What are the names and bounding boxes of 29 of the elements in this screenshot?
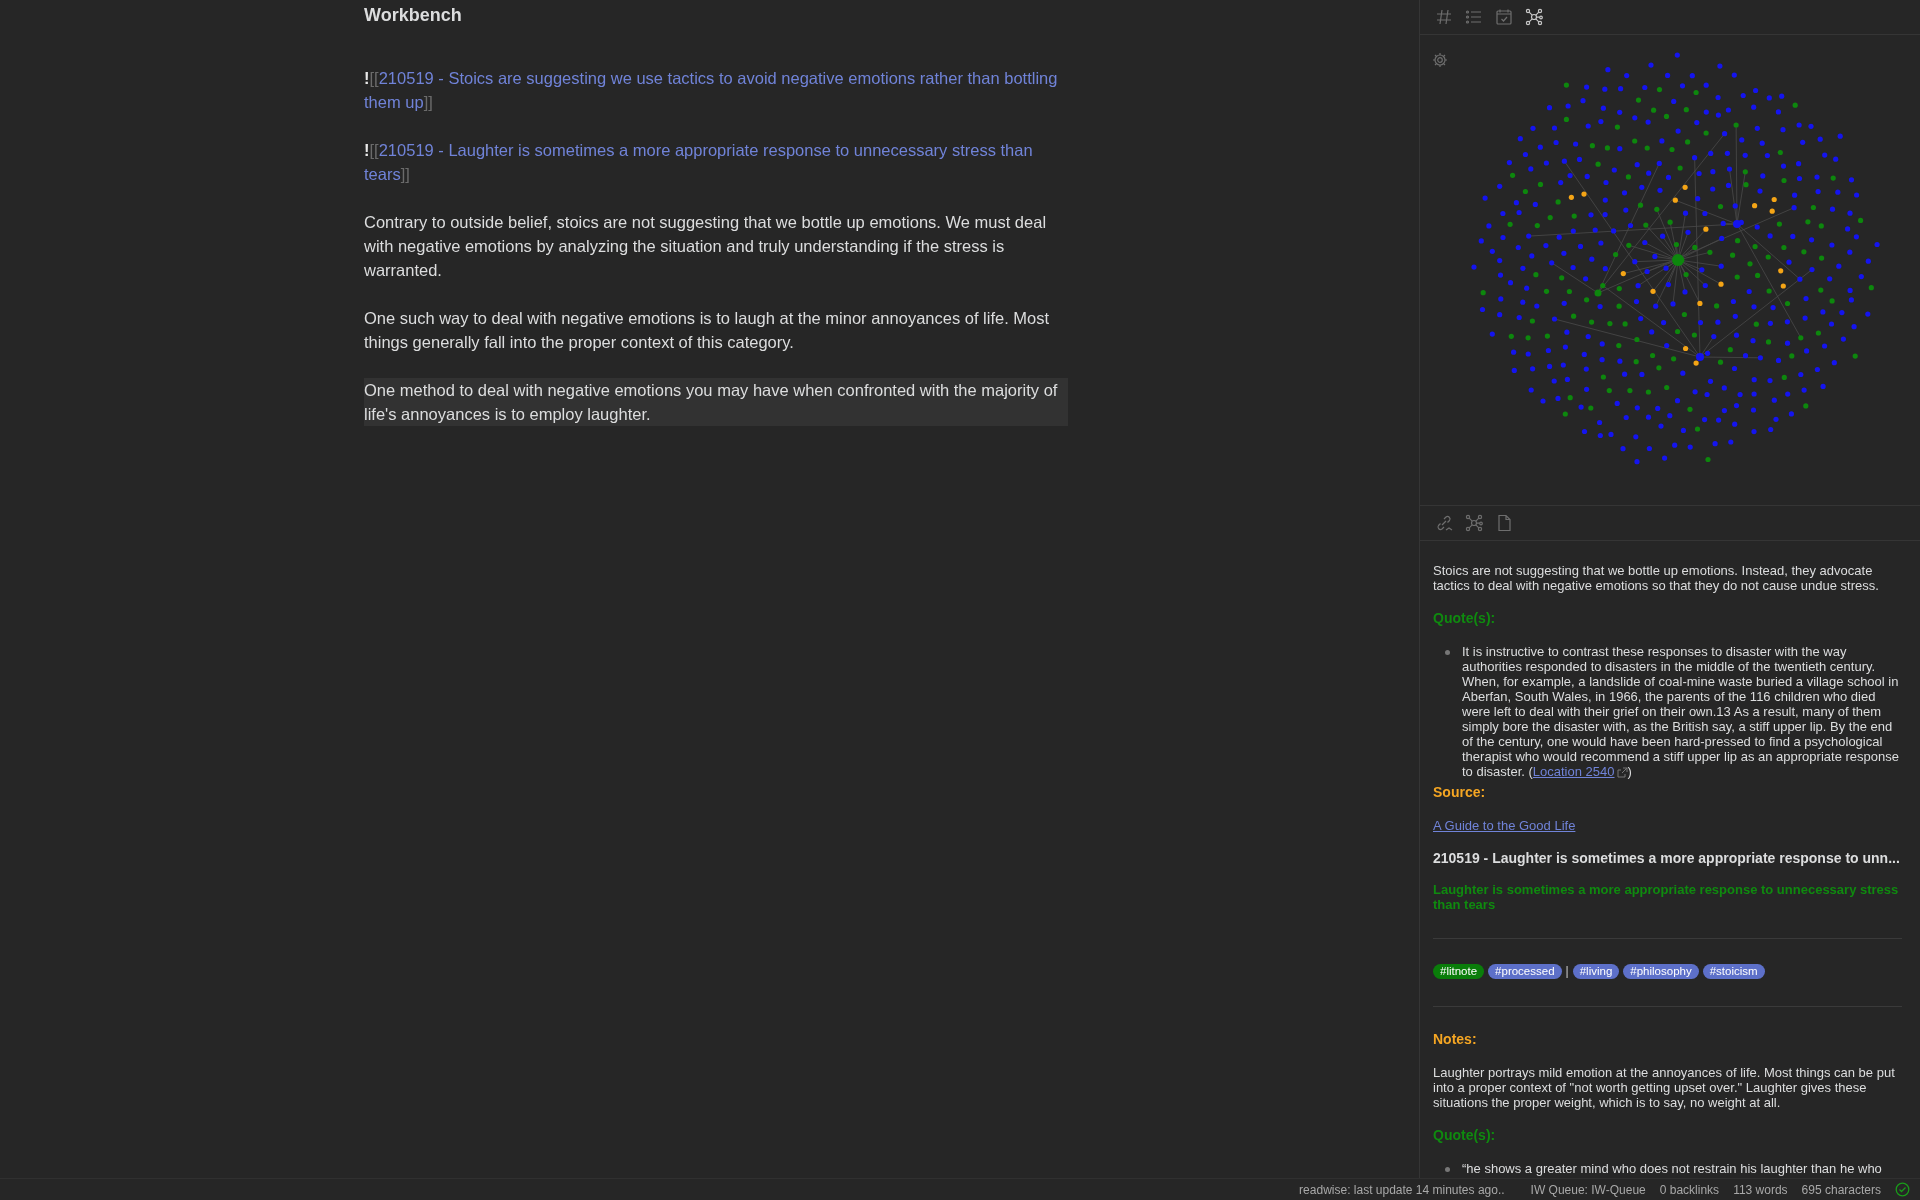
section-heading: Quote(s): — [1433, 1128, 1497, 1143]
section-heading: Quote(s): — [1433, 611, 1497, 626]
note-title: Workbench — [364, 4, 463, 26]
tag[interactable]: #living — [1572, 964, 1620, 979]
embedded-note-link[interactable]: ![[210519 - Stoics are suggesting we use tactics to avoid negative emotions rather than bottling them up]] — [364, 66, 1068, 114]
status-item: 695 characters — [1801, 1182, 1881, 1197]
quote-text: It is instructive to contrast these responses to disaster with the way authorities responded to disasters in the middle of the twentieth century. When, for example, a landslide of coal-mine waste buried a village school in Aberfan, South Wales, in 1966, the parents of the 116 children who died were left to deal with their grief on their own.13 As a result, many of them simply bore the disaster with, as the British say, a stiff upper lip. By the end of the century, one would have been hard-pressed to find a psychological therapist who would recommend a stiff upper lip as an appropriate response to disaster. (Location 2540 ) — [1462, 644, 1900, 779]
note-subtitle: Laughter is sometimes a more appropriate response to unnecessary stress than tears — [1433, 882, 1900, 912]
note-text: Stoics are not suggesting that we bottle up emotions. Instead, they advocate tactics to deal with negative emotions so that they do not cause undue stress. — [1433, 563, 1880, 593]
quote-text: “he shows a greater mind who does not restrain his laughter than he who — [1462, 1161, 1882, 1176]
separator: | — [1565, 964, 1569, 979]
embedded-note-link[interactable]: ![[210519 - Laughter is sometimes a more appropriate response to unnecessary stress than tears]] — [364, 138, 1068, 186]
note-title: 210519 - Laughter is sometimes a more appropriate response to unn... — [1433, 851, 1901, 866]
section-heading: Source: — [1433, 785, 1487, 800]
source-link[interactable]: A Guide to the Good Life — [1433, 818, 1576, 833]
paragraph: One such way to deal with negative emotions is to laugh at the minor annoyances of life. Most things generally fall into the proper context of this category. — [364, 308, 1051, 353]
tag[interactable]: #stoicism — [1702, 964, 1765, 979]
tag[interactable]: #processed — [1488, 964, 1562, 979]
status-item: 0 backlinks — [1659, 1182, 1720, 1197]
paragraph: Contrary to outside belief, stoics are not suggesting that we bottle up emotions. We must deal with negative emotions by analyzing the situation and truly understanding if the stress is warranted. — [364, 212, 1048, 281]
paragraph: One method to deal with negative emotions you may have when confronted with the majority of life's annoyances is to employ laughter. — [364, 378, 1068, 426]
tag[interactable]: #philosophy — [1623, 964, 1699, 979]
status-item: 113 words — [1733, 1182, 1788, 1197]
tag[interactable]: #litnote — [1433, 964, 1485, 979]
status-item: IW Queue: IW-Queue — [1530, 1182, 1646, 1197]
note-text: Laughter portrays mild emotion at the annoyances of life. Most things can be put into a proper context of "not worth getting upset over." Laughter gives these situations the proper weight, which is to say, no weight at all. — [1433, 1065, 1896, 1110]
status-item: readwise: last update 14 minutes ago.. — [1299, 1182, 1505, 1197]
location-link[interactable]: Location 2540 — [1532, 764, 1628, 779]
section-heading: Notes: — [1433, 1032, 1478, 1047]
